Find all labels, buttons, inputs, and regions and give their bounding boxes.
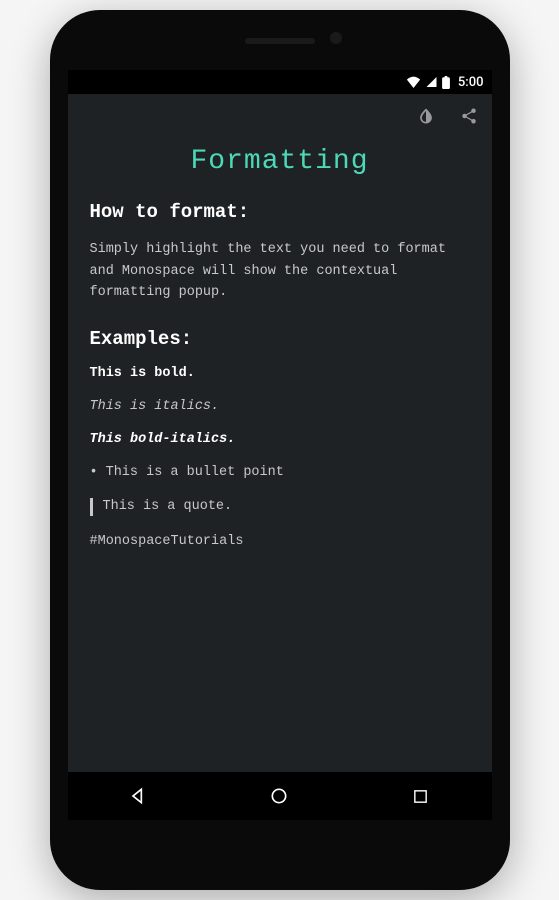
screen: 5:00 Formatting How to format: Simply hi… — [68, 70, 492, 820]
bullet-text: This is a bullet point — [106, 465, 284, 480]
home-button[interactable] — [249, 772, 309, 820]
signal-icon — [425, 76, 438, 88]
content-area[interactable]: Formatting How to format: Simply highlig… — [68, 138, 492, 587]
status-bar: 5:00 — [68, 70, 492, 94]
battery-icon — [442, 76, 450, 89]
quote-bar-icon — [90, 498, 93, 516]
example-quote: This is a quote. — [90, 498, 470, 516]
back-button[interactable] — [108, 772, 168, 820]
how-to-body: Simply highlight the text you need to fo… — [90, 239, 470, 304]
app-bar — [68, 94, 492, 138]
example-italic: This is italics. — [90, 399, 470, 414]
bullet-dot-icon: • — [90, 465, 98, 480]
how-to-heading: How to format: — [90, 201, 470, 223]
share-icon[interactable] — [460, 107, 478, 125]
recents-button[interactable] — [391, 772, 451, 820]
wifi-icon — [406, 76, 421, 88]
phone-device-frame: 5:00 Formatting How to format: Simply hi… — [50, 10, 510, 890]
status-time: 5:00 — [458, 75, 484, 90]
navigation-bar — [68, 772, 492, 820]
example-bold: This is bold. — [90, 366, 470, 381]
example-bullet: • This is a bullet point — [90, 465, 470, 480]
invert-colors-icon[interactable] — [416, 106, 436, 126]
example-bold-italic: This bold-italics. — [90, 432, 470, 447]
examples-heading: Examples: — [90, 328, 470, 350]
page-title: Formatting — [90, 146, 470, 177]
example-hashtag: #MonospaceTutorials — [90, 534, 470, 549]
quote-text: This is a quote. — [103, 499, 233, 514]
